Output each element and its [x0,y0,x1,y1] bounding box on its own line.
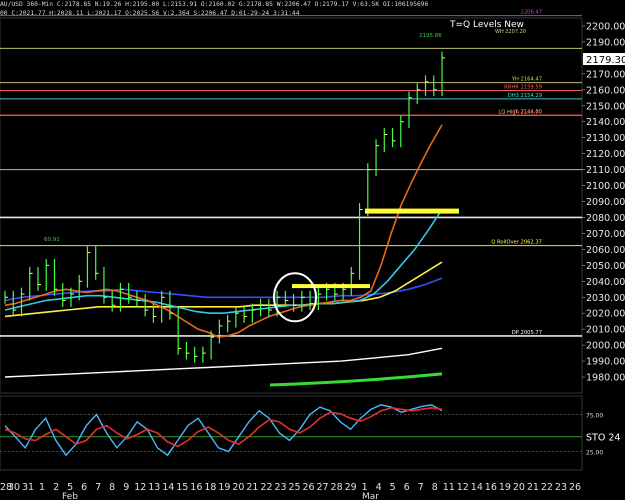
y-tick-label: 2190.00 [586,37,625,48]
x-tick-label: 20 [232,482,244,493]
x-tick-label: 29 [345,482,357,493]
x-tick-label: 31 [22,482,34,493]
x-tick-label: 21 [527,482,539,493]
y-tick-label: 2090.00 [586,197,625,208]
price-panel-frame [0,17,583,394]
y-tick-label: 2080.00 [586,213,625,224]
y-tick-label: 1990.00 [586,357,625,368]
x-tick-label: 25 [288,482,300,493]
stochastic-k-line [4,404,443,457]
x-tick-label: 9 [123,482,129,493]
oscillator-level-label: 25.00 [586,450,603,457]
y-tick-label: 1980.00 [586,373,625,384]
x-tick-label: 14 [471,482,483,493]
y-tick-label: 2020.00 [586,309,625,320]
y-tick-label: 2010.00 [586,325,625,336]
x-tick-label: 20 [513,482,525,493]
x-tick-label: 6 [404,482,410,493]
x-tick-label: 22 [260,482,272,493]
last-price-label: 2179.30 [586,55,625,66]
x-tick-label: 30 [8,482,20,493]
price-level-label: 2206.47 [521,10,542,16]
breakout-bar-upper [365,208,459,214]
x-tick-label: 27 [317,482,329,493]
y-tick-label: 2040.00 [586,277,625,288]
price-level-label: Q RollOver 2062.37 [491,240,542,246]
x-tick-label: 28 [331,482,343,493]
early-high-label: 60.91 [44,237,60,243]
x-tick-label: 16 [190,482,202,493]
y-tick-label: 2050.00 [586,261,625,272]
month-label: Feb [62,492,78,500]
white-moving-average [4,347,443,378]
x-tick-label: 12 [457,482,469,493]
x-tick-label: 8 [432,482,438,493]
strength-band [269,372,443,387]
x-tick-label: 21 [246,482,258,493]
x-tick-label: 16 [485,482,497,493]
peak-price-label: 2195.86 [419,33,442,39]
x-tick-label: 15 [176,482,188,493]
stochastic-d-line [4,406,443,448]
x-tick-label: 8 [109,482,115,493]
x-tick-label: 13 [148,482,160,493]
x-tick-label: 19 [499,482,511,493]
x-tick-label: 14 [162,482,174,493]
oscillator-panel-frame [0,395,583,471]
price-level-label: DP 2005.77 [512,330,542,336]
month-label: Mar [362,492,379,500]
y-tick-label: 2140.00 [586,117,625,128]
y-tick-label: 2070.00 [586,229,625,240]
x-tick-label: 12 [134,482,146,493]
y-tick-label: 2030.00 [586,293,625,304]
oscillator-level-label: 75.00 [586,413,603,420]
y-tick-label: 2110.00 [586,165,625,176]
x-tick-label: 26 [569,482,581,493]
x-tick-label: 19 [218,482,230,493]
x-tick-label: 2 [53,482,59,493]
y-tick-label: 2160.00 [586,85,625,96]
price-level-label: YL 2144.10 [512,109,542,115]
y-tick-label: 2170.00 [586,69,625,80]
x-tick-label: 11 [443,482,455,493]
y-tick-label: 2060.00 [586,245,625,256]
x-tick-label: 1 [39,482,45,493]
x-tick-label: 18 [204,482,216,493]
price-chart[interactable]: 1980.00 1990.00 2000.00 2010.00 2020.00 2030.… [0,0,625,500]
x-tick-label: 23 [555,482,567,493]
y-tick-label: 2150.00 [586,101,625,112]
y-tick-label: 2120.00 [586,149,625,160]
y-tick-label: 2200.00 [586,21,625,32]
price-level-label: DH3 2154.29 [508,93,542,99]
y-tick-label: 2000.00 [586,341,625,352]
weekly-high-label: WH 2207.20 [495,29,526,35]
y-tick-label: 2130.00 [586,133,625,144]
x-tick-label: 6 [81,482,87,493]
x-tick-label: 23 [274,482,286,493]
y-tick-label: 2100.00 [586,181,625,192]
price-level-label: RRHR 2159.59 [504,84,542,90]
x-tick-label: 5 [390,482,396,493]
price-level-label: YH 2164.47 [511,77,542,83]
oscillator-readout: STO 24 [586,433,620,444]
x-tick-label: 7 [95,482,101,493]
breakout-bar [292,284,370,289]
x-tick-label: 7 [418,482,424,493]
x-tick-label: 22 [541,482,553,493]
x-tick-label: 26 [302,482,314,493]
